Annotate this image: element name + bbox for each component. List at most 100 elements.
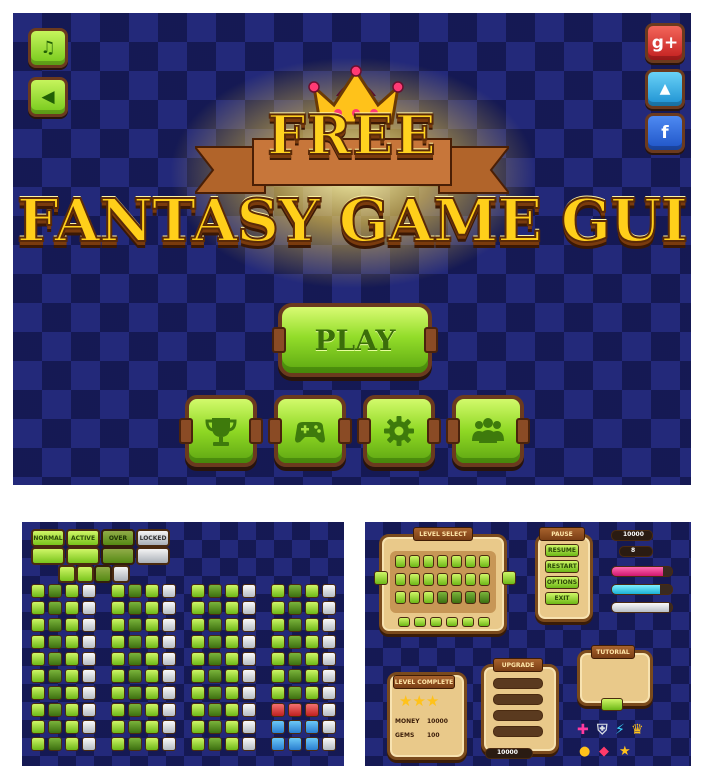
icon-button-sample <box>31 584 45 598</box>
icon-button-sample <box>305 635 319 649</box>
icon-button-sample <box>111 703 125 717</box>
icon-button-sample <box>242 703 256 717</box>
icon-button-sample <box>288 720 302 734</box>
level-button[interactable] <box>479 555 490 568</box>
level-button[interactable] <box>451 591 462 604</box>
level-button[interactable] <box>437 573 448 586</box>
restart-button[interactable]: RESTART <box>545 560 579 573</box>
icon-button-sample <box>271 703 285 717</box>
world-tab[interactable] <box>414 617 426 627</box>
icon-button-sample <box>128 584 142 598</box>
icon-button-sample <box>305 686 319 700</box>
icon-button-sample <box>305 669 319 683</box>
icon-button-sample <box>288 686 302 700</box>
icon-button-sample <box>82 584 96 598</box>
icon-button-sample <box>322 618 336 632</box>
world-tab[interactable] <box>478 617 490 627</box>
level-button[interactable] <box>409 573 420 586</box>
level-button[interactable] <box>451 555 462 568</box>
level-button[interactable] <box>395 555 406 568</box>
play-button[interactable]: PLAY <box>272 303 438 377</box>
icon-button-sample <box>31 737 45 751</box>
icon-button-sample <box>82 669 96 683</box>
google-plus-button[interactable]: g+ <box>645 23 685 63</box>
icon-button-sample <box>111 584 125 598</box>
icon-button-sample <box>305 652 319 666</box>
icon-button-sample <box>242 584 256 598</box>
small-button-b <box>76 565 94 583</box>
icon-button-sample <box>225 584 239 598</box>
level-button[interactable] <box>423 591 434 604</box>
icon-button-sample <box>242 686 256 700</box>
icon-button-sample <box>208 601 222 615</box>
icon-button-sample <box>128 652 142 666</box>
icon-button-sample <box>225 669 239 683</box>
level-button[interactable] <box>465 591 476 604</box>
gem-icon: ◆ <box>599 744 609 759</box>
icon-button-sample <box>82 737 96 751</box>
world-tab[interactable] <box>430 617 442 627</box>
icon-button-sample <box>31 601 45 615</box>
level-button[interactable] <box>437 555 448 568</box>
lightning-icon: ⚡ <box>615 722 625 738</box>
next-page-button[interactable] <box>502 571 516 585</box>
resume-button[interactable]: RESUME <box>545 544 579 557</box>
multiplayer-button[interactable] <box>446 395 530 467</box>
exit-button[interactable]: EXIT <box>545 592 579 605</box>
label-normal: NORMAL <box>31 529 65 547</box>
heart-counter <box>619 546 653 557</box>
icon-button-sample <box>145 635 159 649</box>
world-tab[interactable] <box>446 617 458 627</box>
level-button[interactable] <box>437 591 448 604</box>
icon-button-sample <box>48 737 62 751</box>
music-button[interactable]: ♫ <box>28 28 68 68</box>
icon-button-sample <box>162 720 176 734</box>
icon-button-sample <box>82 686 96 700</box>
icon-button-sample <box>288 584 302 598</box>
level-button[interactable] <box>465 573 476 586</box>
tutorial-ok-button[interactable] <box>601 698 623 711</box>
level-button[interactable] <box>395 573 406 586</box>
level-button[interactable] <box>423 573 434 586</box>
level-complete-banner: LEVEL COMPLETE <box>393 675 455 689</box>
world-tab[interactable] <box>398 617 410 627</box>
icon-button-sample <box>48 669 62 683</box>
icon-button-sample <box>271 737 285 751</box>
icon-button-sample <box>271 584 285 598</box>
level-button[interactable] <box>423 555 434 568</box>
gamepad-button[interactable] <box>268 395 352 467</box>
upgrade-banner: UPGRADE <box>493 658 543 672</box>
trophy-button[interactable] <box>179 395 263 467</box>
icon-button-sample <box>128 601 142 615</box>
level-button[interactable] <box>465 555 476 568</box>
icon-button-sample <box>322 652 336 666</box>
options-button[interactable]: OPTIONS <box>545 576 579 589</box>
level-button[interactable] <box>409 591 420 604</box>
icon-button-sample <box>208 669 222 683</box>
small-button-a <box>58 565 76 583</box>
level-button[interactable] <box>451 573 462 586</box>
settings-button[interactable] <box>357 395 441 467</box>
upgrade-row-2 <box>493 694 543 705</box>
world-tab[interactable] <box>462 617 474 627</box>
icon-button-sample <box>82 618 96 632</box>
level-button[interactable] <box>479 591 490 604</box>
icon-button-sample <box>288 703 302 717</box>
level-button[interactable] <box>479 573 490 586</box>
level-button[interactable] <box>409 555 420 568</box>
icon-button-sample <box>191 703 205 717</box>
icon-button-sample <box>128 737 142 751</box>
icon-button-sample <box>65 669 79 683</box>
blank-button-normal <box>31 547 65 565</box>
music-note-icon: ♫ <box>40 38 56 58</box>
level-button[interactable] <box>395 591 406 604</box>
icon-button-sample <box>242 618 256 632</box>
icon-button-sample <box>322 601 336 615</box>
icon-button-sample <box>242 652 256 666</box>
prev-page-button[interactable] <box>374 571 388 585</box>
icon-button-sample <box>145 669 159 683</box>
icon-button-sample <box>111 601 125 615</box>
level-select-banner: LEVEL SELECT <box>413 527 473 541</box>
coin-icon: ● <box>579 744 591 759</box>
icon-button-sample <box>208 584 222 598</box>
